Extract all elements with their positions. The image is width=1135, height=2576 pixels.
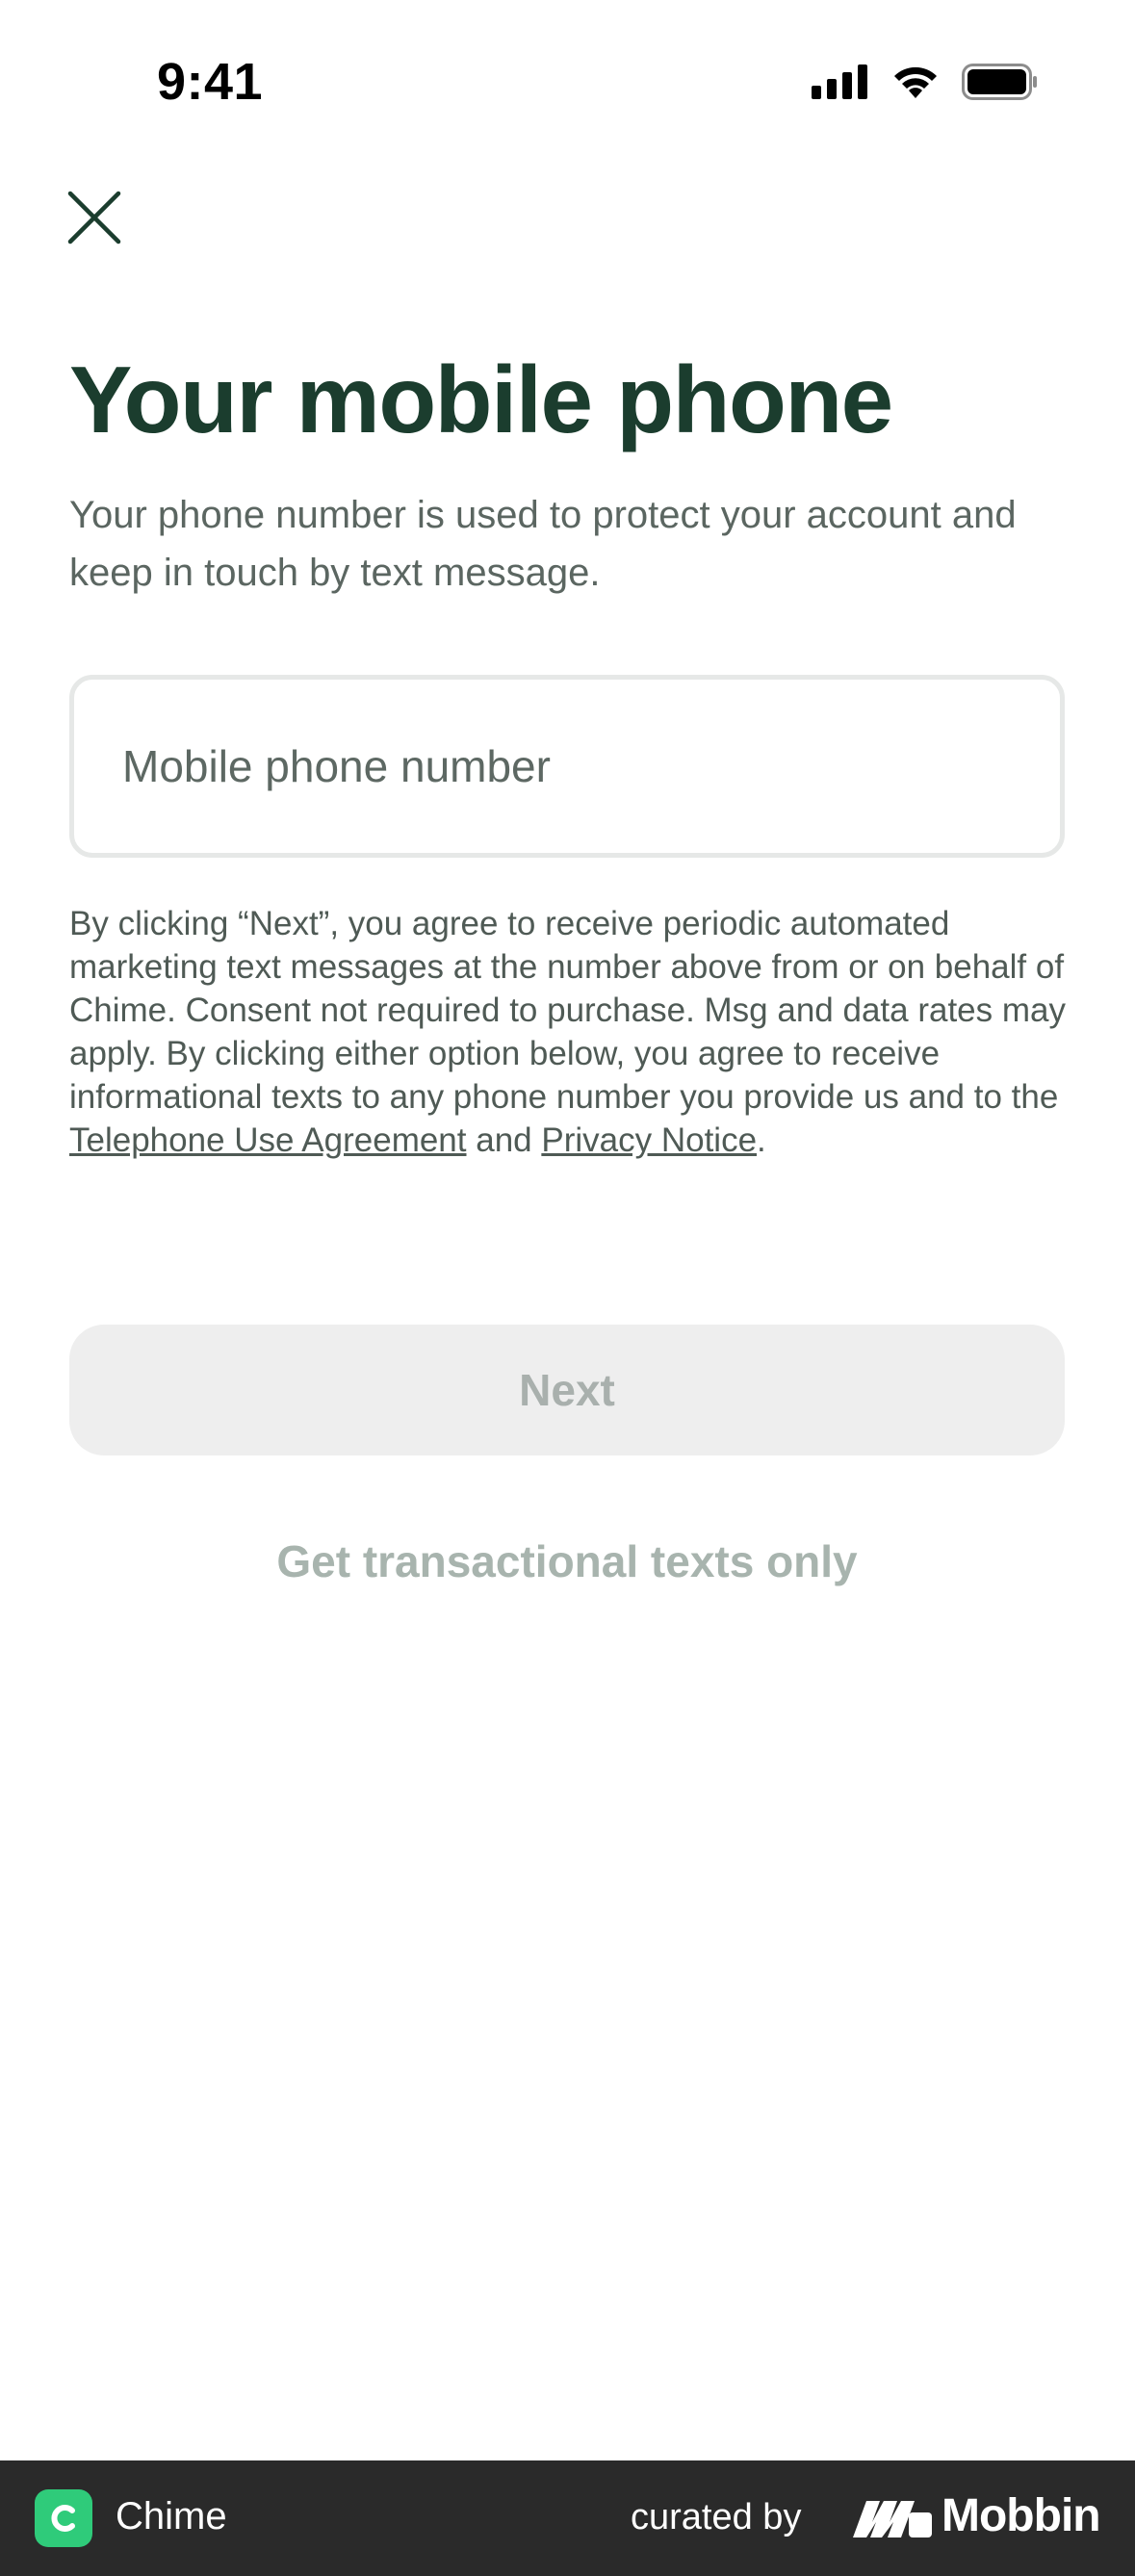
close-button[interactable]: [60, 183, 129, 252]
phone-number-input[interactable]: [69, 675, 1065, 858]
mobbin-logo-icon: [851, 2495, 934, 2541]
legal-connector: and: [466, 1121, 542, 1159]
footer-app-name: Chime: [116, 2495, 227, 2537]
status-time: 9:41: [157, 53, 264, 111]
legal-text: By clicking “Next”, you agree to receive…: [69, 905, 1066, 1116]
close-icon: [67, 191, 121, 245]
footer-branding-bar: Chime curated by Mobbin: [0, 2460, 1135, 2576]
phone-number-screen: 9:41 Your mobile phone Your phone number…: [0, 0, 1135, 2576]
signal-icon: [812, 64, 869, 104]
battery-icon: [962, 64, 1039, 105]
chime-app-icon: [35, 2489, 92, 2547]
next-button[interactable]: Next: [69, 1325, 1065, 1455]
legal-end: .: [757, 1121, 766, 1159]
wifi-icon: [890, 64, 941, 105]
legal-disclaimer: By clicking “Next”, you agree to receive…: [69, 902, 1080, 1162]
telephone-use-agreement-link[interactable]: Telephone Use Agreement: [69, 1121, 467, 1159]
page-subtitle: Your phone number is used to protect you…: [69, 494, 1017, 594]
footer-curated-by: curated by: [631, 2497, 802, 2537]
status-bar: 9:41: [0, 0, 1135, 164]
transactional-texts-only-button[interactable]: Get transactional texts only: [69, 1535, 1065, 1587]
privacy-notice-link[interactable]: Privacy Notice: [541, 1121, 757, 1159]
footer-brand-name: Mobbin: [942, 2490, 1101, 2541]
status-icons: [812, 64, 1039, 105]
page-title: Your mobile phone: [69, 347, 893, 452]
